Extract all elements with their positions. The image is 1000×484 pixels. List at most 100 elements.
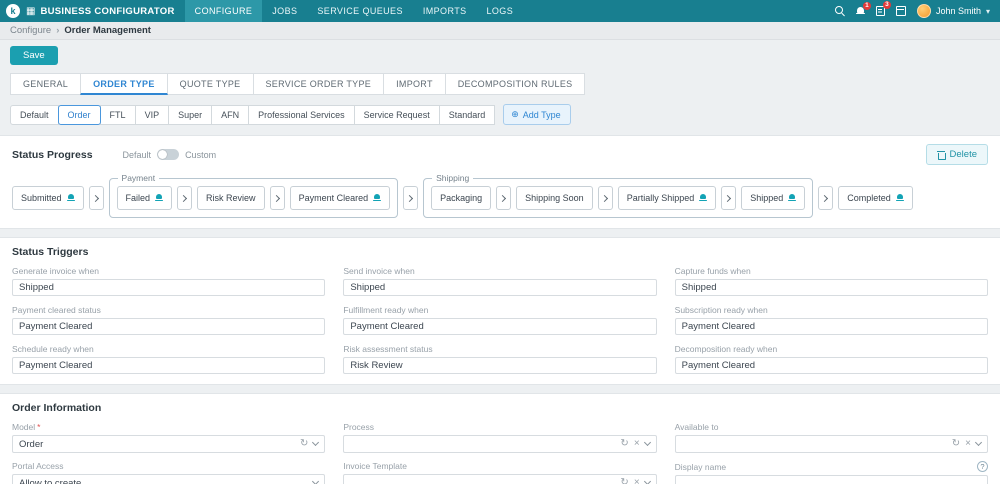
chip-vip[interactable]: VIP	[134, 104, 170, 125]
config-tabs: GENERAL ORDER TYPE QUOTE TYPE SERVICE OR…	[10, 73, 990, 95]
notifications-button[interactable]: 1	[855, 1, 871, 16]
status-risk-review[interactable]: Risk Review	[197, 186, 265, 210]
display-name-input[interactable]	[674, 475, 988, 484]
generate-invoice-when-input[interactable]	[12, 279, 326, 296]
tasks-button[interactable]: 3	[875, 1, 891, 16]
add-icon: ⊕	[511, 109, 519, 119]
capture-funds-when-input[interactable]	[674, 279, 988, 296]
tab-order-type[interactable]: ORDER TYPE	[80, 73, 168, 95]
field-invoice-template: Invoice Template ↻ ×	[343, 461, 657, 484]
chip-order[interactable]: Order	[57, 104, 101, 125]
default-custom-toggle[interactable]	[157, 149, 180, 160]
status-shipping-soon[interactable]: Shipping Soon	[516, 186, 593, 210]
status-failed[interactable]: Failed	[116, 186, 173, 210]
nav-item-jobs[interactable]: JOBS	[262, 0, 307, 22]
save-button[interactable]: Save	[10, 46, 58, 65]
decomposition-ready-when-input[interactable]	[674, 357, 988, 374]
field-process: Process ↻ ×	[343, 422, 657, 453]
clear-icon[interactable]: ×	[965, 439, 971, 449]
calendar-icon	[895, 6, 906, 16]
chevron-down-icon[interactable]	[312, 438, 320, 447]
chip-professional-services[interactable]: Professional Services	[248, 104, 355, 125]
nav-item-configure[interactable]: CONFIGURE	[184, 0, 263, 22]
bell-icon[interactable]	[66, 194, 75, 202]
field-label: Display name	[674, 461, 727, 472]
refresh-icon[interactable]: ↻	[620, 439, 628, 449]
refresh-icon[interactable]: ↻	[952, 439, 960, 449]
search-button[interactable]	[834, 6, 845, 16]
payment-cleared-status-input[interactable]	[12, 318, 326, 335]
model-select[interactable]: Order ↻	[12, 435, 326, 453]
breadcrumb: Configure › Order Management	[0, 22, 1000, 40]
toggle-label-custom: Custom	[185, 149, 217, 160]
available-to-select[interactable]: ↻ ×	[674, 435, 988, 453]
brand-title: BUSINESS CONFIGURATOR	[40, 5, 175, 17]
chevron-down-icon[interactable]	[643, 477, 651, 484]
navbar-right: 1 3 John Smith ▾	[834, 1, 990, 18]
risk-assessment-status-input[interactable]	[343, 357, 657, 374]
chevron-down-icon[interactable]	[974, 438, 983, 447]
nav-item-logs[interactable]: LOGS	[477, 0, 524, 22]
chip-super[interactable]: Super	[168, 104, 213, 125]
field-generate-invoice-when: Generate invoice when	[12, 266, 326, 296]
section-title: Status Progress	[12, 148, 93, 161]
process-select[interactable]: ↻ ×	[343, 435, 657, 453]
calendar-button[interactable]	[895, 6, 906, 16]
apps-grid-icon[interactable]: ▦	[26, 6, 35, 17]
subscription-ready-when-input[interactable]	[674, 318, 988, 335]
chip-default[interactable]: Default	[10, 104, 59, 125]
app-logo[interactable]: k	[6, 4, 20, 18]
tab-quote-type[interactable]: QUOTE TYPE	[166, 73, 254, 95]
invoice-template-select[interactable]: ↻ ×	[343, 474, 657, 484]
bell-icon[interactable]	[373, 194, 382, 202]
breadcrumb-root[interactable]: Configure	[10, 25, 51, 36]
status-payment-cleared[interactable]: Payment Cleared	[289, 186, 391, 210]
chevron-down-icon: ▾	[985, 6, 990, 16]
chip-afn[interactable]: AFN	[211, 104, 250, 125]
section-title: Order Information	[12, 402, 102, 414]
help-icon[interactable]: ?	[977, 461, 988, 472]
tab-service-order-type[interactable]: SERVICE ORDER TYPE	[252, 73, 385, 95]
status-progress-section: Status Progress Default Custom Delete Su…	[0, 135, 1000, 229]
tab-decomposition-rules[interactable]: DECOMPOSITION RULES	[444, 73, 586, 95]
chevron-down-icon[interactable]	[312, 477, 320, 484]
portal-access-select[interactable]: Allow to create	[12, 474, 326, 484]
chevron-right-icon	[269, 186, 285, 210]
refresh-icon[interactable]: ↻	[620, 478, 628, 484]
chevron-down-icon[interactable]	[643, 438, 651, 447]
field-label: Available to	[674, 422, 719, 432]
status-completed[interactable]: Completed	[838, 186, 913, 210]
status-label: Payment Cleared	[298, 193, 369, 203]
tab-import[interactable]: IMPORT	[383, 73, 446, 95]
chip-ftl[interactable]: FTL	[99, 104, 136, 125]
nav-item-service-queues[interactable]: SERVICE QUEUES	[307, 0, 412, 22]
tab-general[interactable]: GENERAL	[10, 73, 82, 95]
notifications-badge: 1	[862, 1, 871, 10]
bell-icon[interactable]	[699, 194, 708, 202]
bell-icon[interactable]	[155, 194, 164, 202]
status-shipped[interactable]: Shipped	[741, 186, 806, 210]
schedule-ready-when-input[interactable]	[12, 357, 326, 374]
fulfillment-ready-when-input[interactable]	[343, 318, 657, 335]
status-label: Submitted	[21, 193, 62, 203]
nav-item-imports[interactable]: IMPORTS	[413, 0, 477, 22]
clear-icon[interactable]: ×	[634, 439, 640, 449]
status-partially-shipped[interactable]: Partially Shipped	[617, 186, 717, 210]
send-invoice-when-input[interactable]	[343, 279, 657, 296]
clear-icon[interactable]: ×	[634, 478, 640, 484]
chip-service-request[interactable]: Service Request	[353, 104, 440, 125]
status-label: Failed	[125, 193, 151, 203]
field-model: Model * Order ↻	[12, 422, 326, 453]
delete-label: Delete	[949, 149, 977, 160]
add-type-button[interactable]: ⊕ Add Type	[503, 104, 571, 125]
status-submitted[interactable]: Submitted	[12, 186, 84, 210]
delete-button[interactable]: Delete	[925, 144, 988, 165]
avatar	[916, 4, 931, 18]
bell-icon[interactable]	[895, 194, 904, 202]
chip-standard[interactable]: Standard	[438, 104, 496, 125]
bell-icon[interactable]	[788, 194, 797, 202]
status-packaging[interactable]: Packaging	[431, 186, 492, 210]
user-menu[interactable]: John Smith ▾	[916, 4, 990, 18]
refresh-icon[interactable]: ↻	[300, 439, 308, 449]
breadcrumb-current: Order Management	[64, 25, 151, 36]
